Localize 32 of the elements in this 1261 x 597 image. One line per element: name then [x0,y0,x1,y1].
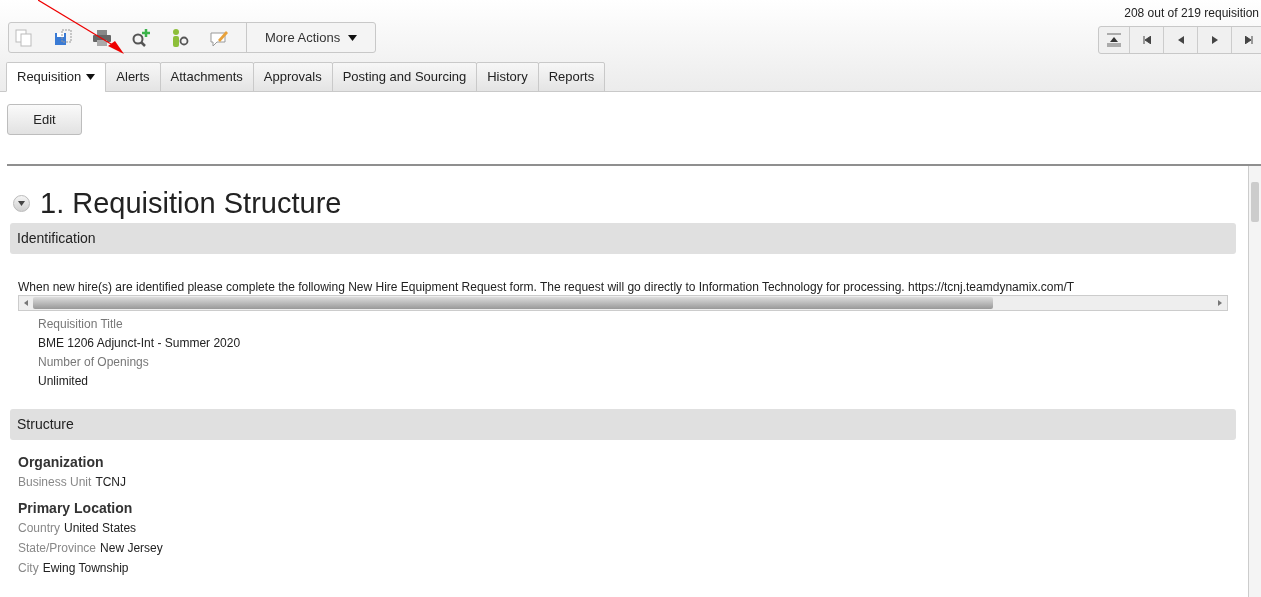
field-value: New Jersey [100,540,163,557]
record-counter: 208 out of 219 requisition [1124,6,1259,20]
caret-icon [348,34,358,41]
field-label: State/Province [18,540,97,557]
section-header: Structure [10,409,1236,440]
section-header: Identification [10,223,1236,254]
collapse-section-icon[interactable] [13,194,30,212]
tab[interactable]: Reports [537,62,606,92]
tab[interactable]: Approvals [252,62,333,92]
field-value: United States [64,520,137,537]
field-label: Requisition Title [38,316,123,333]
field-label: Business Unit [18,474,92,491]
scrollbar-thumb[interactable] [1251,182,1259,222]
field-value: Unlimited [38,373,88,390]
tab[interactable]: History [476,62,539,92]
tab[interactable]: Alerts [105,62,161,92]
field-label: Country [18,520,61,537]
field-value: Ewing Township [42,560,129,577]
section-title: 1. Requisition Structure [40,186,342,220]
description-text: When new hire(s) are identified please complete the following New Hire Equipment Request form. The request will go directly to Information Technology for processing. https://tcnj.teamdynamix.com/T [18,280,1075,295]
field-value: TCNJ [95,474,127,491]
field-value: BME 1206 Adjunct-Int - Summer 2020 [38,335,241,352]
scrollbar-thumb[interactable] [33,297,993,309]
field-label: City [18,560,39,577]
tab[interactable]: Requisition [6,62,107,92]
edit-button[interactable]: Edit [7,104,82,135]
group-title: Primary Location [18,499,133,518]
group-title: Organization [18,453,104,472]
tab[interactable]: Attachments [159,62,254,92]
tab[interactable]: Posting and Sourcing [331,62,478,92]
zoom-in-icon[interactable] [130,26,152,49]
field-label: Number of Openings [38,354,149,371]
